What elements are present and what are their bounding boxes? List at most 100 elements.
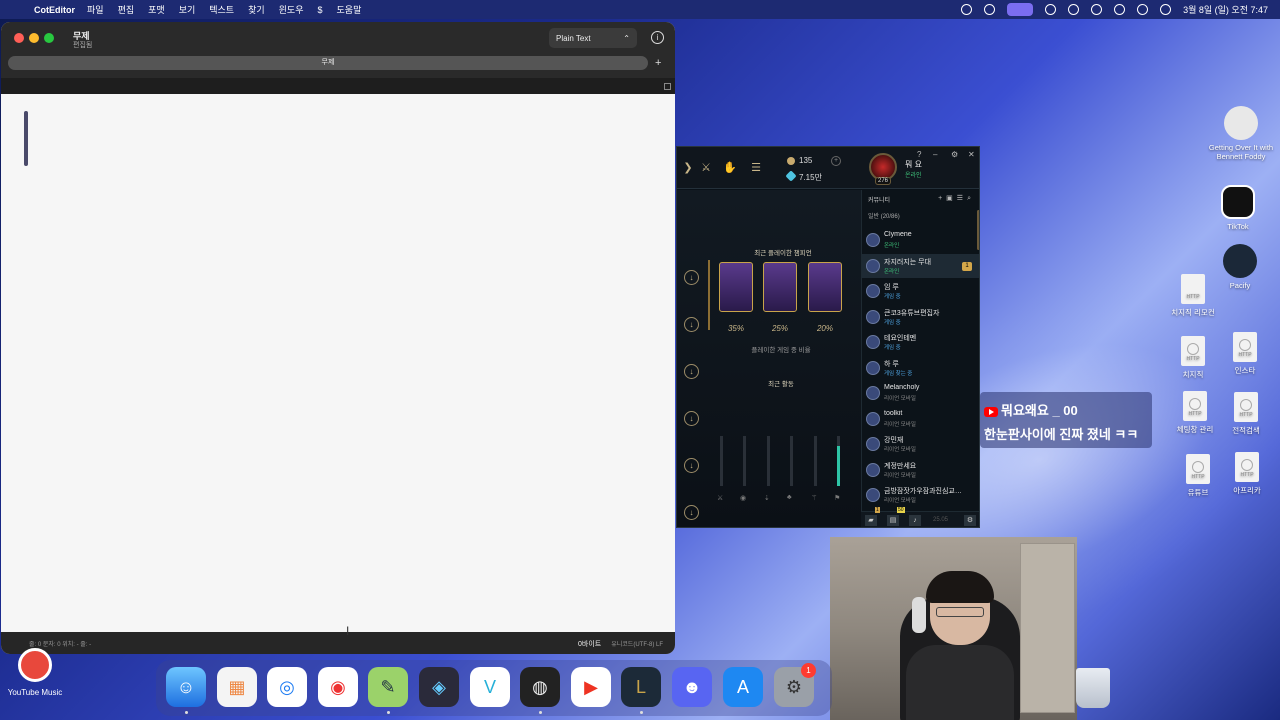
- settings-gear-icon[interactable]: ⚙: [964, 515, 976, 526]
- download-icon[interactable]: ↓: [684, 411, 699, 426]
- social-toolbar-icons[interactable]: +▣☰⌕: [938, 194, 975, 203]
- desktop-icon-tiktok[interactable]: TikTok: [1203, 185, 1273, 231]
- nav-loot-icon[interactable]: ☰: [749, 161, 763, 175]
- champion-portrait[interactable]: [719, 262, 753, 312]
- friend-status: 리이언 모바일: [884, 396, 916, 402]
- menu-help[interactable]: 도움말: [337, 3, 362, 16]
- youtube-music-icon[interactable]: [18, 648, 52, 682]
- desktop-icon-record-search[interactable]: 전적검색: [1211, 392, 1280, 436]
- close-icon[interactable]: ✕: [968, 150, 975, 159]
- sync-icon[interactable]: [984, 4, 996, 15]
- chrome-icon[interactable]: ◉: [318, 667, 358, 707]
- app-name-menu[interactable]: CotEditor: [34, 5, 75, 15]
- download-icon[interactable]: ↓: [684, 270, 699, 285]
- friend-list-item[interactable]: 큰코3유튜브편집자 게임 중: [862, 305, 979, 329]
- launchpad-icon[interactable]: ▦: [217, 667, 257, 707]
- champion-play-percent: 25%: [771, 324, 788, 333]
- wifi-icon[interactable]: [1114, 4, 1126, 15]
- desktop-icon-chzzk-remote[interactable]: 치지직 리모컨: [1158, 274, 1228, 318]
- desktop-icon-instagram[interactable]: 인스타: [1210, 332, 1280, 376]
- web-location-icon: [1234, 392, 1258, 422]
- record-icon[interactable]: [961, 4, 973, 15]
- friend-list-item[interactable]: Clymene 온라인: [862, 228, 979, 252]
- menu-view[interactable]: 보기: [179, 3, 196, 16]
- friend-list-item[interactable]: 하 루 게임 찾는 중: [862, 356, 979, 380]
- settings-icon[interactable]: ⚙: [951, 150, 958, 159]
- discord-icon[interactable]: ☻: [672, 667, 712, 707]
- spotlight-search-icon[interactable]: [1137, 4, 1149, 15]
- download-icon[interactable]: ↓: [684, 505, 699, 520]
- friend-list-item[interactable]: 임 루 게임 중: [862, 279, 979, 303]
- info-icon[interactable]: i: [651, 31, 664, 44]
- friend-list-item[interactable]: 테요인테멘 게임 중: [862, 330, 979, 354]
- obs-icon[interactable]: ◍: [520, 667, 560, 707]
- league-of-legends-icon[interactable]: L: [621, 667, 661, 707]
- friend-list-item[interactable]: 계정만세요 리이언 모바일: [862, 458, 979, 482]
- menu-window[interactable]: 윈도우: [279, 3, 304, 16]
- friend-group-label[interactable]: 일반 (20/86): [868, 211, 900, 220]
- friend-status: 리이언 모바일: [884, 498, 916, 504]
- menu-find[interactable]: 찾기: [248, 3, 265, 16]
- friend-list-item[interactable]: 금방잠잣가우잠과진심교… 리이언 모바일: [862, 483, 979, 507]
- syntax-select[interactable]: Plain Text ⌃: [549, 28, 637, 48]
- friend-list-item[interactable]: 자지러지는 무대 온라인 1: [862, 253, 979, 278]
- desktop-icon-label: 체팅창 관리: [1176, 425, 1214, 434]
- menu-edit[interactable]: 편집: [118, 3, 135, 16]
- script-editor-icon[interactable]: ✎: [368, 667, 408, 707]
- split-view-icon[interactable]: [664, 83, 671, 90]
- input-source-icon[interactable]: [1091, 4, 1103, 15]
- download-icon[interactable]: ↓: [684, 458, 699, 473]
- finder-icon[interactable]: ☺: [166, 667, 206, 707]
- summoner-name: 뭐 요: [905, 160, 922, 169]
- nav-home-icon[interactable]: ❯: [681, 161, 695, 175]
- encoding-label[interactable]: 유니코드(UTF-8) LF: [611, 639, 663, 649]
- friend-avatar: [866, 411, 880, 426]
- user-icon[interactable]: [1068, 4, 1080, 15]
- moon-icon[interactable]: [1045, 4, 1057, 15]
- missions-icon[interactable]: ▤: [887, 515, 899, 526]
- editor-ruler-bar: [1, 78, 675, 94]
- friend-list-item[interactable]: 강민재 리이언 모바일: [862, 432, 979, 456]
- buy-rp-icon[interactable]: +: [831, 156, 841, 166]
- champion-portrait[interactable]: [808, 262, 842, 312]
- zoom-window-button[interactable]: [44, 33, 54, 43]
- minimize-icon[interactable]: –: [933, 150, 937, 159]
- menu-text[interactable]: 텍스트: [209, 3, 234, 16]
- friend-avatar: [866, 309, 880, 324]
- safari-icon[interactable]: ◎: [267, 667, 307, 707]
- voice-icon[interactable]: ♪: [909, 515, 921, 526]
- vllo-icon[interactable]: V: [470, 667, 510, 707]
- minimize-window-button[interactable]: [29, 33, 39, 43]
- add-tab-icon[interactable]: +: [655, 56, 661, 70]
- screen-mirroring-icon[interactable]: [1007, 3, 1034, 16]
- tab-untitled[interactable]: 무제: [8, 56, 648, 70]
- chat-icon[interactable]: ▰: [865, 515, 877, 526]
- text-area[interactable]: [1, 94, 675, 632]
- unread-message-badge: 1: [962, 261, 972, 271]
- control-center-icon[interactable]: [1160, 4, 1172, 15]
- menu-file[interactable]: 파일: [87, 3, 104, 16]
- menu-script[interactable]: $: [318, 5, 323, 15]
- status-tray: 3월 8일 (일) 오전 7:47: [961, 0, 1268, 19]
- download-icon[interactable]: ↓: [684, 317, 699, 332]
- champion-portrait[interactable]: [763, 262, 797, 312]
- friend-list-item[interactable]: Melancholy 리이언 모바일: [862, 381, 979, 405]
- summoner-status[interactable]: 온라인: [905, 170, 922, 179]
- close-window-button[interactable]: [14, 33, 24, 43]
- chevron-updown-icon: ⌃: [623, 33, 630, 43]
- friend-list-item[interactable]: toolkit 리이언 모바일: [862, 407, 979, 431]
- blue-essence-icon: [785, 170, 797, 182]
- nav-collection-icon[interactable]: ✋: [723, 161, 737, 175]
- menu-format[interactable]: 포맷: [148, 3, 165, 16]
- desktop-icon-getting-over-it[interactable]: Getting Over It with Bennett Foddy: [1206, 106, 1276, 161]
- trash-icon[interactable]: [1076, 668, 1110, 708]
- cursor-position-info: 줄: 0 문자: 0 위치: - 줄: -: [29, 641, 92, 648]
- nav-profile-icon[interactable]: ⚔: [699, 161, 713, 175]
- menubar-clock[interactable]: 3월 8일 (일) 오전 7:47: [1183, 3, 1268, 16]
- youtube-music-dock-icon[interactable]: ▶: [571, 667, 611, 707]
- desktop-icon-afreeca[interactable]: 아프리카: [1212, 452, 1280, 496]
- download-icon[interactable]: ↓: [684, 364, 699, 379]
- app-store-icon[interactable]: A: [723, 667, 763, 707]
- help-icon[interactable]: ?: [917, 150, 921, 159]
- davinci-resolve-icon[interactable]: ◈: [419, 667, 459, 707]
